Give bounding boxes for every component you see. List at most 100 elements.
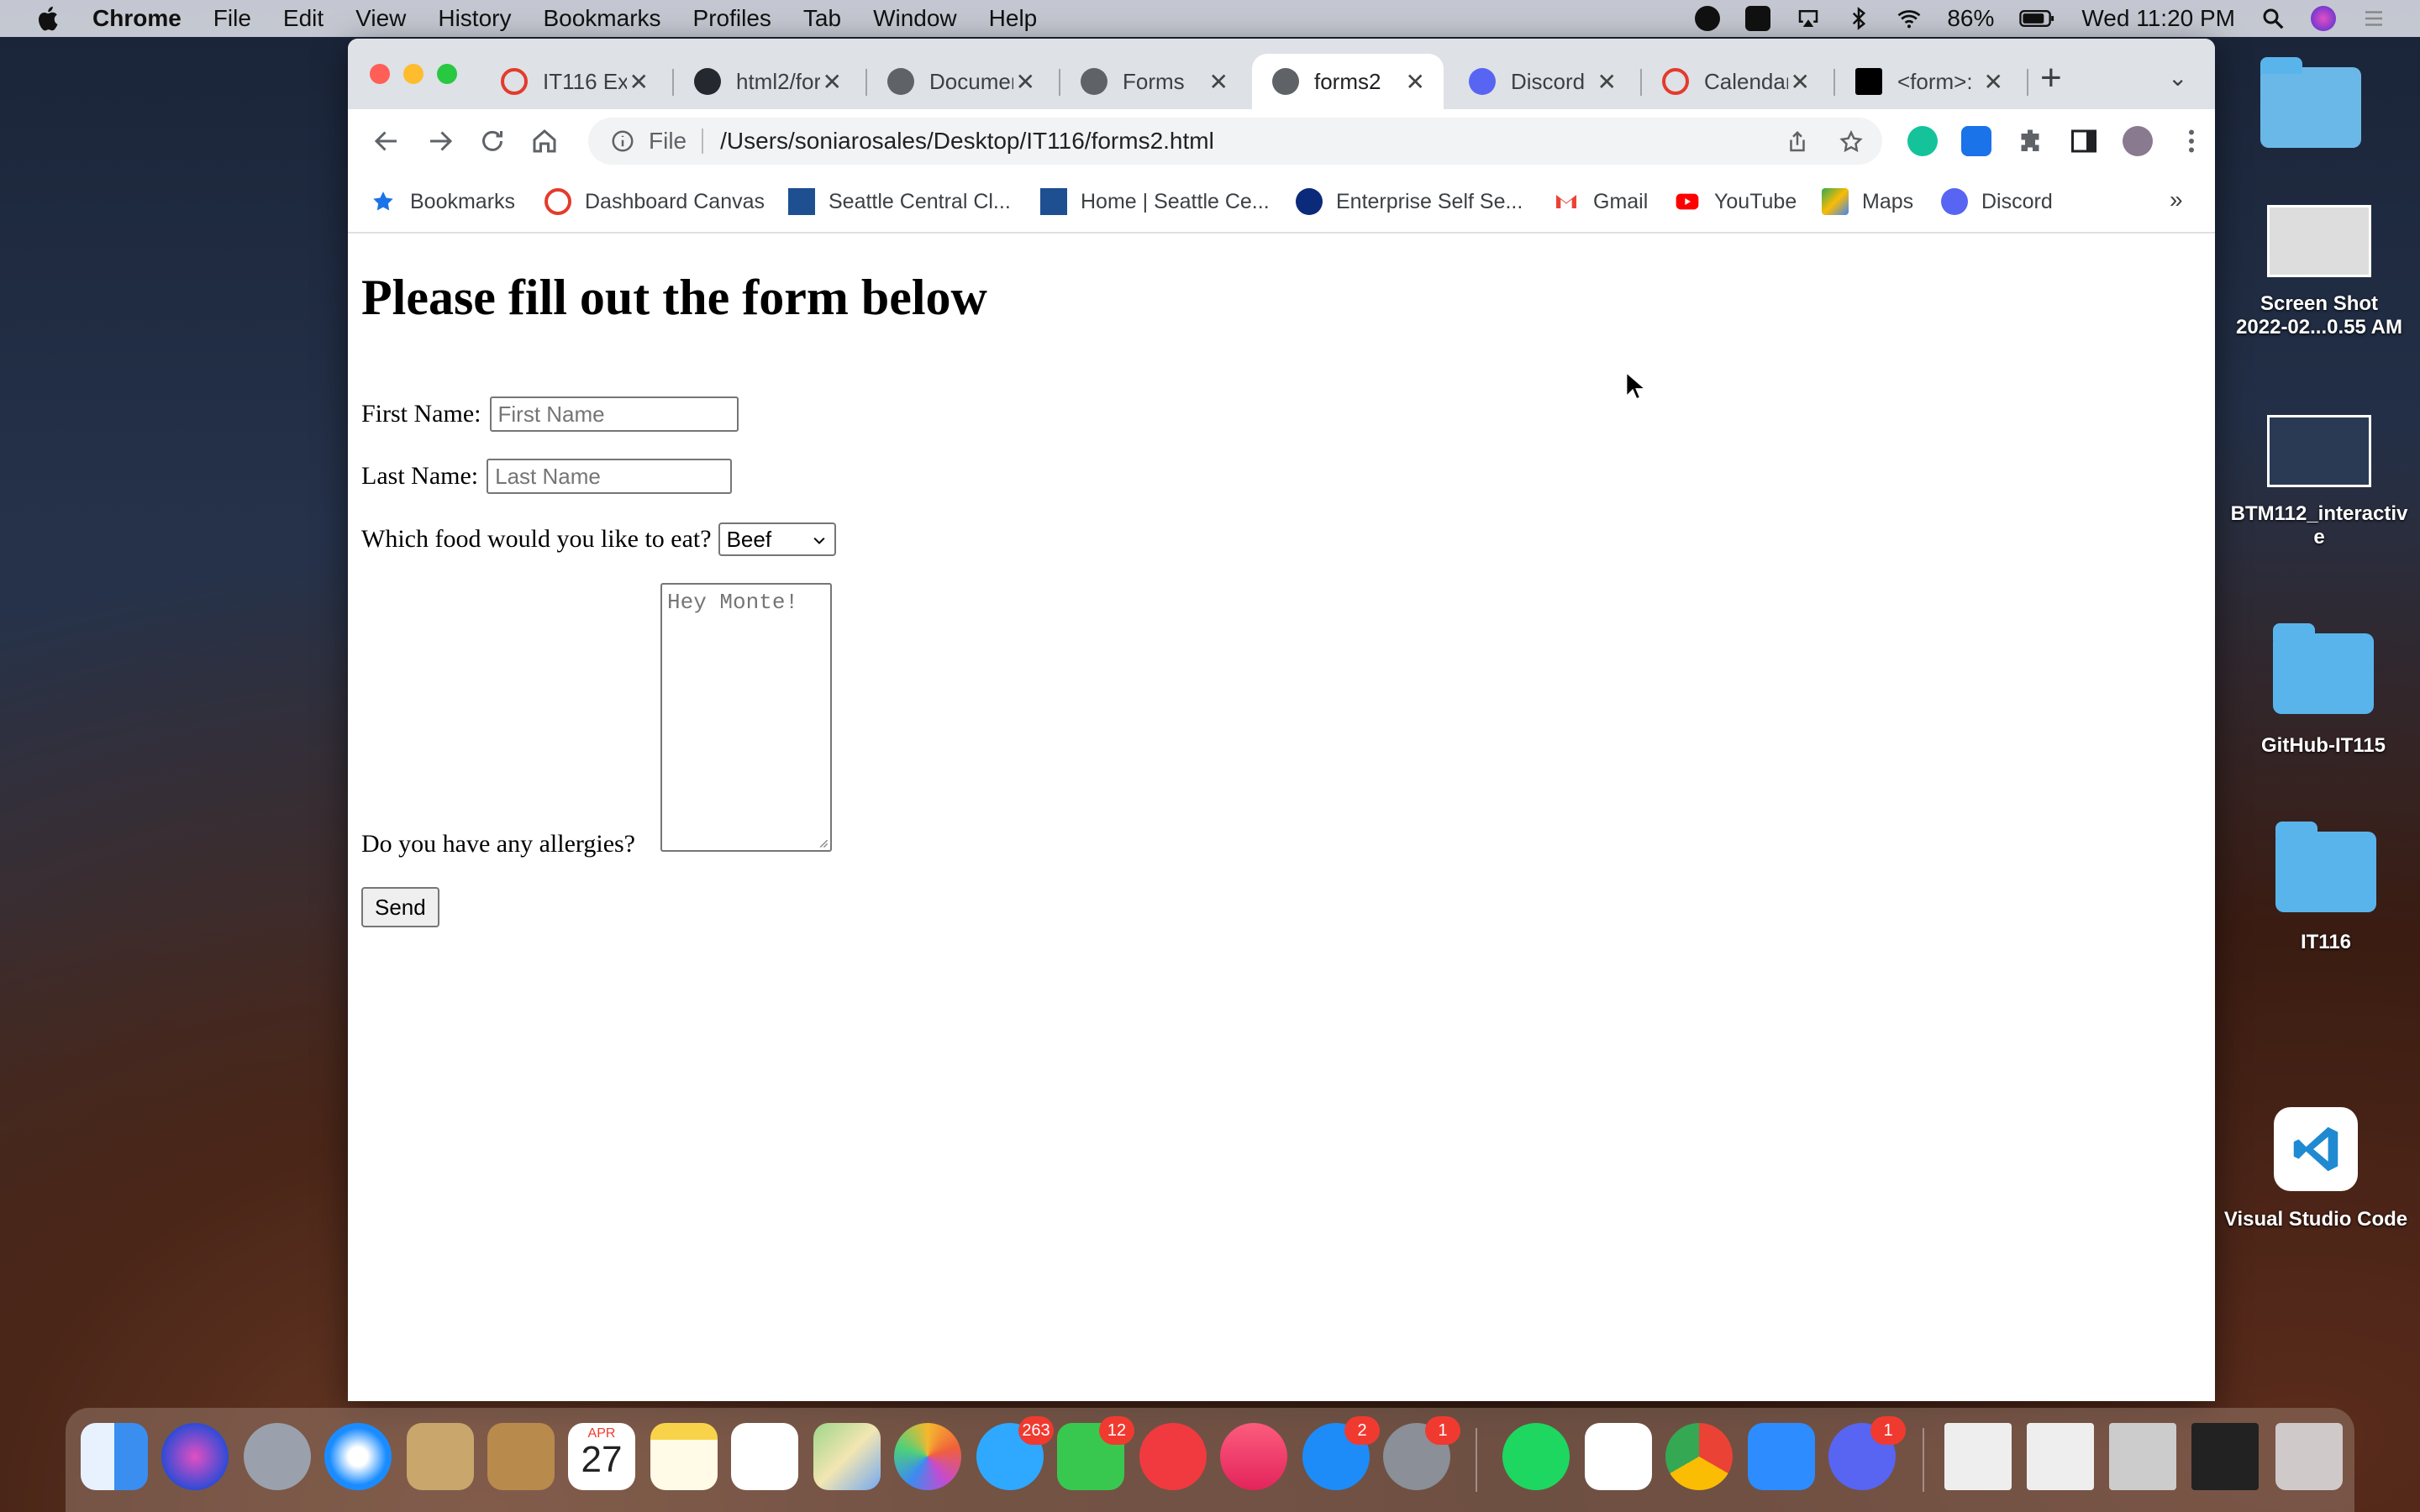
send-button[interactable]: Send [361, 887, 439, 927]
tab-forms2[interactable]: forms2 ✕ [1252, 54, 1444, 109]
siri-icon[interactable] [161, 1423, 229, 1490]
tab-html2-for[interactable]: html2/for ✕ [674, 54, 860, 109]
minimized-window-thumbnail[interactable] [2109, 1423, 2176, 1490]
system-preferences-icon[interactable]: 1 [1383, 1416, 1460, 1490]
facetime-icon[interactable]: 12 [1057, 1416, 1134, 1490]
app-store-icon[interactable]: 2 [1302, 1416, 1380, 1490]
control-center-icon[interactable] [2361, 6, 2386, 31]
food-select[interactable]: Beef [718, 522, 836, 556]
launchpad-icon[interactable] [244, 1423, 311, 1490]
bluetooth-icon[interactable] [1846, 6, 1871, 31]
minimize-window-button[interactable] [403, 64, 424, 84]
chrome-icon[interactable] [1665, 1423, 1733, 1490]
airplay-icon[interactable] [1796, 6, 1821, 31]
bookmark-star-icon[interactable] [1839, 129, 1864, 155]
home-icon[interactable] [529, 126, 560, 156]
new-tab-button[interactable]: + [2040, 57, 2062, 99]
desktop-github-it115-folder[interactable]: GitHub-IT115 [2227, 623, 2420, 758]
photos-icon[interactable] [894, 1423, 961, 1490]
trash-icon[interactable] [2275, 1423, 2343, 1490]
desktop-btm112-file[interactable]: BTM112_interactiv e [2218, 415, 2420, 549]
menu-file[interactable]: File [213, 5, 251, 32]
reminders-icon[interactable] [731, 1423, 798, 1490]
bookmark-home-seattle-ce[interactable]: Home | Seattle Ce... [1040, 188, 1270, 215]
camera-icon[interactable] [1745, 6, 1771, 31]
side-panel-icon[interactable] [2069, 126, 2099, 156]
bookmark-discord[interactable]: Discord [1941, 188, 2053, 215]
tab-forms[interactable]: Forms ✕ [1060, 54, 1247, 109]
close-tab-icon[interactable]: ✕ [1597, 68, 1617, 96]
menubar-clock[interactable]: Wed 11:20 PM [2081, 5, 2235, 32]
close-tab-icon[interactable]: ✕ [629, 68, 649, 96]
last-name-input[interactable]: Last Name [487, 459, 733, 494]
menu-help[interactable]: Help [989, 5, 1038, 32]
menu-window[interactable]: Window [873, 5, 957, 32]
bookmark-youtube[interactable]: YouTube [1674, 188, 1797, 215]
siri-icon[interactable] [2311, 6, 2336, 31]
url-text[interactable]: /Users/soniarosales/Desktop/IT116/forms2… [720, 128, 1214, 155]
tab-it116-exe[interactable]: IT116 Exe ✕ [481, 54, 667, 109]
news-icon[interactable] [1139, 1423, 1207, 1490]
tab-search-chevron-down-icon[interactable]: ⌄ [2168, 64, 2187, 92]
menu-view[interactable]: View [355, 5, 406, 32]
close-tab-icon[interactable]: ✕ [1406, 68, 1425, 96]
allergies-textarea[interactable]: Hey Monte! [660, 583, 832, 852]
spotlight-search-icon[interactable] [2260, 6, 2286, 31]
discord-dock-icon[interactable]: 1 [1828, 1416, 1906, 1490]
bookmark-maps[interactable]: Maps [1822, 188, 1913, 215]
battery-icon[interactable] [2019, 6, 2056, 31]
notes-icon[interactable] [650, 1423, 718, 1490]
bookmark-bookmarks[interactable]: Bookmarks [370, 188, 515, 215]
menu-app-name[interactable]: Chrome [92, 5, 182, 32]
bookmark-gmail[interactable]: Gmail [1553, 188, 1648, 215]
first-name-input[interactable]: First Name [489, 396, 739, 432]
tab-calendar[interactable]: Calendar ✕ [1642, 54, 1828, 109]
desktop-vscode-app[interactable]: Visual Studio Code [2215, 1107, 2417, 1231]
address-bar[interactable]: File /Users/soniarosales/Desktop/IT116/f… [588, 118, 1882, 165]
finder-icon[interactable] [81, 1423, 148, 1490]
minimized-window-thumbnail[interactable] [2027, 1423, 2094, 1490]
menu-history[interactable]: History [438, 5, 511, 32]
tab-form-mdn[interactable]: <form>: ✕ [1835, 54, 2022, 109]
site-info-icon[interactable] [610, 129, 635, 154]
calendar-icon[interactable]: APR 27 [568, 1423, 635, 1490]
bookmark-seattle-central-cl[interactable]: Seattle Central Cl... [788, 188, 1011, 215]
mail-stamp-icon[interactable] [407, 1423, 474, 1490]
close-window-button[interactable] [370, 64, 390, 84]
share-icon[interactable] [1785, 129, 1810, 155]
menu-profiles[interactable]: Profiles [693, 5, 771, 32]
messages-icon[interactable]: 263 [976, 1416, 1054, 1490]
zoom-window-button[interactable] [437, 64, 457, 84]
desktop-it116-folder[interactable]: IT116 [2242, 822, 2410, 954]
record-icon[interactable] [1695, 6, 1721, 31]
desktop-app-folder[interactable] [2260, 57, 2361, 148]
close-tab-icon[interactable]: ✕ [1016, 68, 1035, 96]
menu-edit[interactable]: Edit [283, 5, 324, 32]
maps-app-icon[interactable] [813, 1423, 881, 1490]
grammarly-icon[interactable] [1907, 126, 1938, 156]
spotify-icon[interactable] [1502, 1423, 1570, 1490]
zoom-icon[interactable] [1748, 1423, 1815, 1490]
safari-icon[interactable] [324, 1423, 392, 1490]
tab-discord[interactable]: Discord ✕ [1449, 54, 1635, 109]
profile-avatar[interactable] [2123, 126, 2153, 156]
resize-handle-icon[interactable] [817, 837, 829, 848]
bookmark-dashboard-canvas[interactable]: Dashboard Canvas [544, 188, 765, 215]
forward-icon[interactable] [425, 126, 455, 156]
menu-tab[interactable]: Tab [803, 5, 841, 32]
kebab-menu-icon[interactable] [2176, 126, 2207, 156]
close-tab-icon[interactable]: ✕ [1984, 68, 2003, 96]
contacts-icon[interactable] [487, 1423, 555, 1490]
apple-icon[interactable] [34, 3, 64, 34]
extension-p-icon[interactable] [1961, 126, 1991, 156]
tab-documen[interactable]: Documen ✕ [867, 54, 1054, 109]
menu-bookmarks[interactable]: Bookmarks [543, 5, 660, 32]
extensions-puzzle-icon[interactable] [2015, 126, 2045, 156]
bookmark-enterprise-self-se[interactable]: Enterprise Self Se... [1296, 188, 1523, 215]
music-icon[interactable] [1220, 1423, 1287, 1490]
bookmarks-overflow-chevron[interactable]: » [2170, 186, 2183, 213]
close-tab-icon[interactable]: ✕ [823, 68, 842, 96]
minimized-window-thumbnail[interactable] [1944, 1423, 2012, 1490]
close-tab-icon[interactable]: ✕ [1209, 68, 1228, 96]
wifi-icon[interactable] [1897, 6, 1922, 31]
